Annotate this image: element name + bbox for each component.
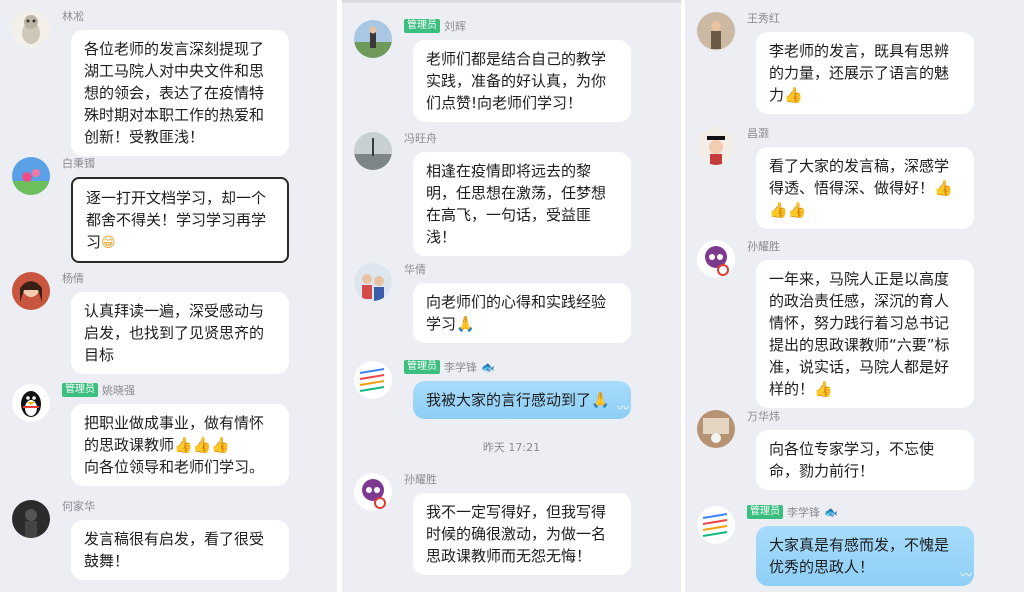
- message-bubble[interactable]: 大家真是有感而发，不愧是优秀的思政人！ 〰: [756, 526, 974, 586]
- sender-name-row: 冯旺舟: [404, 130, 437, 146]
- outdoor-person-avatar-icon[interactable]: [354, 20, 392, 58]
- sender-name: 何家华: [62, 500, 95, 513]
- chat-column-2: 管理员 刘辉 老师们都是结合自己的教学实践，准备的好认真，为你们点赞!向老师们学…: [342, 0, 681, 592]
- fish-icon: 🐟: [824, 505, 838, 519]
- family-avatar-icon[interactable]: [354, 263, 392, 301]
- admin-badge: 管理员: [404, 360, 440, 374]
- dark-person-avatar-icon[interactable]: [12, 500, 50, 538]
- admin-badge: 管理员: [62, 383, 98, 397]
- message-item: 白秉镯 逐一打开文档学习，却一个都舍不得关！学习学习再学习😁: [12, 155, 332, 263]
- sender-name: 华倩: [404, 263, 426, 276]
- message-bubble[interactable]: 认真拜读一遍，深受感动与启发，也找到了见贤思齐的目标: [71, 292, 289, 374]
- cat-avatar-icon[interactable]: [12, 10, 50, 48]
- sender-name-row: 王秀红: [747, 10, 780, 26]
- message-item: 王秀红 李老师的发言，既具有思辨的力量，还展示了语言的魅力👍: [697, 10, 1017, 114]
- chat-timestamp: 昨天 17:21: [482, 441, 541, 454]
- sender-name-row: 管理员 李学锋 🐟: [404, 359, 495, 375]
- admin-badge: 管理员: [747, 505, 783, 519]
- sender-name: 昌灏: [747, 127, 769, 140]
- message-item: 管理员 李学锋 🐟 我被大家的言行感动到了🙏 〰: [354, 359, 674, 426]
- wave-decoration-icon: 〰: [616, 401, 629, 415]
- sender-name: 李学锋: [787, 506, 820, 519]
- message-bubble[interactable]: 向老师们的心得和实践经验学习🙏: [413, 283, 631, 343]
- sender-name-row: 管理员 姚晓强: [62, 382, 135, 398]
- chat-screenshot: 林凇 各位老师的发言深刻提现了湖工马院人对中央文件和思想的领会，表达了在疫情特殊…: [0, 0, 1024, 592]
- sender-name-row: 杨倩: [62, 270, 84, 286]
- message-bubble[interactable]: 我被大家的言行感动到了🙏 〰: [413, 381, 631, 419]
- message-bubble[interactable]: 看了大家的发言稿，深感学得透、悟得深、做得好！👍👍👍: [756, 147, 974, 229]
- message-bubble[interactable]: 一年来，马院人正是以高度的政治责任感，深沉的育人情怀，努力践行着习总书记提出的思…: [756, 260, 974, 408]
- message-bubble[interactable]: 老师们都是结合自己的教学实践，准备的好认真，为你们点赞!向老师们学习！: [413, 40, 631, 122]
- lines-avatar-icon[interactable]: [697, 506, 735, 544]
- admin-badge: 管理员: [404, 19, 440, 33]
- sender-name: 李学锋: [444, 361, 477, 374]
- sender-name-row: 华倩: [404, 261, 426, 277]
- chat-column-1: 林凇 各位老师的发言深刻提现了湖工马院人对中央文件和思想的领会，表达了在疫情特殊…: [0, 0, 337, 592]
- message-bubble[interactable]: 李老师的发言，既具有思辨的力量，还展示了语言的魅力👍: [756, 32, 974, 114]
- sender-name: 杨倩: [62, 272, 84, 285]
- woman-avatar-icon[interactable]: [697, 12, 735, 50]
- person-avatar-icon[interactable]: [12, 272, 50, 310]
- cartoon-avatar-icon[interactable]: [354, 473, 392, 511]
- sender-name-row: 孙耀胜: [747, 238, 780, 254]
- message-item: 昌灏 看了大家的发言稿，深感学得透、悟得深、做得好！👍👍👍: [697, 125, 1017, 229]
- message-text: 我被大家的言行感动到了🙏: [426, 391, 610, 409]
- chat-column-3: 王秀红 李老师的发言，既具有思辨的力量，还展示了语言的魅力👍 昌灏 看了大家的发…: [685, 0, 1024, 592]
- sender-name-row: 昌灏: [747, 125, 769, 141]
- sender-name: 刘辉: [444, 20, 466, 33]
- grin-emoji-icon: 😁: [101, 235, 116, 251]
- graduate-avatar-icon[interactable]: [697, 127, 735, 165]
- fish-icon: 🐟: [481, 360, 495, 374]
- message-item: 何家华 发言稿很有启发，看了很受鼓舞！: [12, 500, 332, 592]
- message-item: 管理员 刘辉 老师们都是结合自己的教学实践，准备的好认真，为你们点赞!向老师们学…: [354, 18, 674, 122]
- message-item: 管理员 李学锋 🐟 大家真是有感而发，不愧是优秀的思政人！ 〰: [697, 504, 1017, 586]
- flower-avatar-icon[interactable]: [12, 157, 50, 195]
- message-bubble[interactable]: 各位老师的发言深刻提现了湖工马院人对中央文件和思想的领会，表达了在疫情特殊时期对…: [71, 30, 289, 156]
- sender-name-row: 何家华: [62, 498, 95, 514]
- sender-name-row: 万华炜: [747, 408, 780, 424]
- message-item: 冯旺舟 相逢在疫情即将远去的黎明，任思想在激荡，任梦想在高飞，一句话，受益匪浅！: [354, 132, 674, 257]
- sender-name: 王秀红: [747, 12, 780, 25]
- message-bubble[interactable]: 我不一定写得好，但我写得时候的确很激动，为做一名思政课教师而无怨无悔！: [413, 493, 631, 575]
- message-item: 孙耀胜 我不一定写得好，但我写得时候的确很激动，为做一名思政课教师而无怨无悔！: [354, 471, 674, 575]
- message-bubble[interactable]: 把职业做成事业，做有情怀的思政课教师👍👍👍 向各位领导和老师们学习。: [71, 404, 289, 486]
- message-item: 杨倩 认真拜读一遍，深受感动与启发，也找到了见贤思齐的目标: [12, 270, 332, 374]
- message-item: 孙耀胜 一年来，马院人正是以高度的政治责任感，深沉的育人情怀，努力践行着习总书记…: [697, 238, 1017, 408]
- message-text: 大家真是有感而发，不愧是优秀的思政人！: [769, 536, 950, 576]
- lines-avatar-icon[interactable]: [354, 361, 392, 399]
- message-bubble[interactable]: 发言稿很有启发，看了很受鼓舞！: [71, 520, 289, 580]
- message-bubble[interactable]: 相逢在疫情即将远去的黎明，任思想在激荡，任梦想在高飞，一句话，受益匪浅！: [413, 152, 631, 256]
- sender-name-row: 管理员 刘辉: [404, 18, 466, 34]
- message-item: 华倩 向老师们的心得和实践经验学习🙏: [354, 263, 674, 348]
- sender-name: 冯旺舟: [404, 132, 437, 145]
- sender-name: 孙耀胜: [747, 240, 780, 253]
- sender-name-row: 白秉镯: [62, 155, 95, 171]
- sender-name: 姚晓强: [102, 384, 135, 397]
- sender-name: 白秉镯: [62, 157, 95, 170]
- sender-name-row: 管理员 李学锋 🐟: [747, 504, 838, 520]
- cartoon-avatar-icon[interactable]: [697, 240, 735, 278]
- sender-name-row: 孙耀胜: [404, 471, 437, 487]
- message-bubble[interactable]: 向各位专家学习，不忘使命，勠力前行！: [756, 430, 974, 490]
- room-avatar-icon[interactable]: [697, 410, 735, 448]
- sender-name: 孙耀胜: [404, 473, 437, 486]
- sender-name-row: 林凇: [62, 8, 84, 24]
- wave-decoration-icon: 〰: [959, 568, 972, 582]
- message-item: 万华炜 向各位专家学习，不忘使命，勠力前行！: [697, 410, 1017, 490]
- message-item: 管理员 姚晓强 把职业做成事业，做有情怀的思政课教师👍👍👍 向各位领导和老师们学…: [12, 382, 332, 486]
- message-bubble[interactable]: 逐一打开文档学习，却一个都舍不得关！学习学习再学习😁: [71, 177, 289, 263]
- sender-name: 林凇: [62, 10, 84, 23]
- sender-name: 万华炜: [747, 410, 780, 423]
- penguin-avatar-icon[interactable]: [12, 384, 50, 422]
- road-avatar-icon[interactable]: [354, 132, 392, 170]
- message-item: 林凇 各位老师的发言深刻提现了湖工马院人对中央文件和思想的领会，表达了在疫情特殊…: [12, 8, 332, 156]
